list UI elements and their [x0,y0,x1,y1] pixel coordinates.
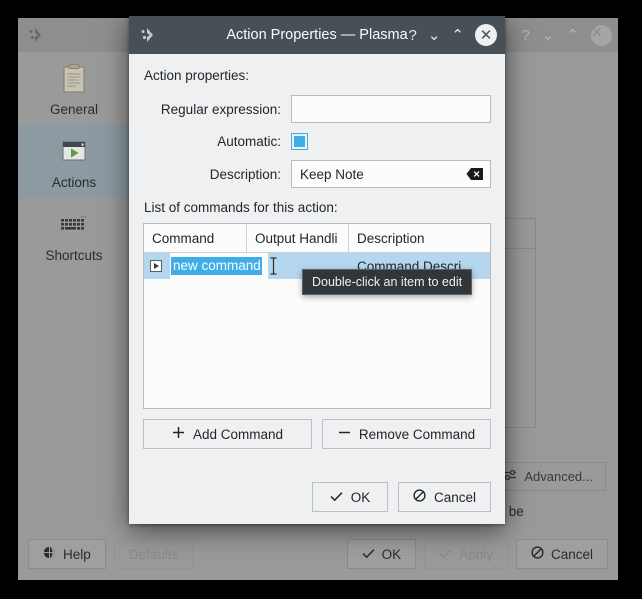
klipper-icon [26,25,46,45]
dialog-titlebar: Action Properties — Plasma ? ⌄ ⌃ ✕ [129,16,505,54]
advanced-button-label: Advanced... [524,469,593,484]
ok-button[interactable]: OK [346,539,417,569]
close-icon[interactable]: ✕ [591,24,612,46]
keyboard-icon [57,208,91,242]
commands-list-label: List of commands for this action: [144,200,338,215]
regex-label: Regular expression: [160,101,281,117]
cancel-icon [531,546,544,562]
screen: ? ⌄ ⌃ ✕ General Actions Shortcuts Advanc… [0,0,642,599]
dialog-cancel-label: Cancel [433,489,476,505]
background-window-controls: ? ⌄ ⌃ ✕ [522,18,612,52]
minus-icon [338,426,351,442]
background-button-bar: Help Defaults OK Apply Cancel [18,528,618,580]
minimize-button[interactable]: ⌄ [542,28,555,43]
cancel-icon [413,489,426,505]
dialog-ok-label: OK [350,489,371,505]
plus-icon [172,426,185,442]
regex-input[interactable] [291,95,491,123]
close-icon[interactable]: ✕ [475,24,497,46]
sliders-icon [503,469,517,484]
sidebar-item-label: Actions [51,175,97,190]
remove-command-label: Remove Command [358,426,476,442]
advanced-button[interactable]: Advanced... [490,462,606,491]
maximize-button[interactable]: ⌃ [566,28,579,43]
remove-command-button[interactable]: Remove Command [322,419,491,449]
maximize-button[interactable]: ⌃ [451,26,464,44]
commands-table[interactable]: Command Output Handli Description ore Co… [143,223,491,409]
dialog-footer: OK Cancel [311,482,491,512]
sidebar-item-label: Shortcuts [45,248,103,263]
cancel-button[interactable]: Cancel [515,539,608,569]
sidebar-item-general[interactable]: General [18,52,130,125]
clipboard-icon [57,62,91,96]
dialog-cancel-button[interactable]: Cancel [397,482,491,512]
window-play-icon [57,135,91,169]
description-row: Description: Keep Note [143,160,491,188]
automatic-row: Automatic: [143,133,491,150]
clear-text-icon[interactable] [466,167,484,181]
apply-button[interactable]: Apply [424,539,508,569]
ok-button-label: OK [381,546,402,562]
apply-button-label: Apply [459,546,493,562]
column-header-description[interactable]: Description [349,224,490,252]
section-label: Action properties: [144,68,250,83]
check-icon [439,547,452,562]
sidebar-item-actions[interactable]: Actions [18,125,130,198]
help-book-icon [43,546,56,562]
checkbox-partial-icon [291,133,308,150]
automatic-checkbox[interactable] [291,133,308,150]
defaults-button[interactable]: Defaults [113,539,194,569]
sidebar-item-label: General [49,102,99,117]
expand-icon[interactable] [150,260,162,272]
description-label: Description: [209,166,281,182]
background-sidebar: General Actions Shortcuts [18,52,130,580]
command-inline-editor[interactable]: new command [170,253,268,279]
defaults-button-label: Defaults [128,546,179,562]
command-buttons: Add Command Remove Command [143,419,491,449]
cancel-button-label: Cancel [550,546,593,562]
column-header-output-handling[interactable]: Output Handli [247,224,349,252]
commands-table-header: Command Output Handli Description [144,224,490,253]
automatic-label: Automatic: [217,134,281,149]
help-button[interactable]: ? [522,28,530,43]
description-input[interactable]: Keep Note [291,160,491,188]
command-inline-editor-value: new command [171,257,262,275]
tooltip: Double-click an item to edit [302,269,473,295]
add-command-label: Add Command [192,426,284,442]
dialog-window-controls: ? ⌄ ⌃ ✕ [409,16,497,54]
action-properties-dialog: Action Properties — Plasma ? ⌄ ⌃ ✕ Actio… [129,16,505,524]
sidebar-item-shortcuts[interactable]: Shortcuts [18,198,130,271]
column-header-command[interactable]: Command [144,224,247,252]
help-button[interactable]: Help [28,539,106,569]
add-command-button[interactable]: Add Command [143,419,312,449]
dialog-body: Action properties: Regular expression: A… [129,54,505,524]
minimize-button[interactable]: ⌄ [428,26,441,44]
dialog-ok-button[interactable]: OK [311,482,388,512]
check-icon [362,547,375,562]
help-button-label: Help [63,546,91,562]
check-icon [330,490,343,505]
regex-row: Regular expression: [143,95,491,123]
help-button[interactable]: ? [409,27,417,44]
description-input-value: Keep Note [300,166,364,182]
